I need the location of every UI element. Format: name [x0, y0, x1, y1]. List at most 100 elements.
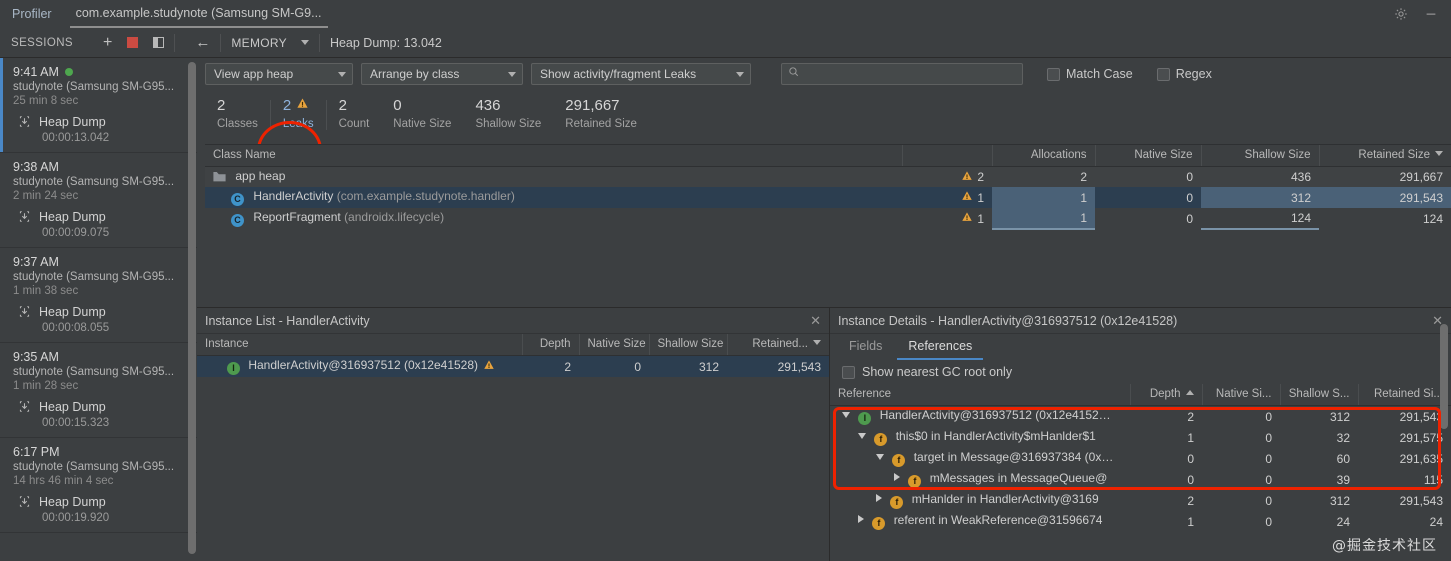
- cell-native-size: 0: [1202, 427, 1280, 448]
- heap-stats-bar: 2 Classes 2 Leaks 2 Count 0 Native Size …: [197, 90, 1451, 179]
- col-retained-size-label: Retained...: [752, 338, 808, 350]
- sessions-scrollbar[interactable]: [188, 62, 196, 554]
- session-device: studynote (Samsung SM-G95...: [13, 461, 175, 473]
- col-shallow-size[interactable]: Shallow Size: [648, 334, 727, 356]
- plus-icon[interactable]: +: [103, 34, 112, 51]
- col-class-name[interactable]: Class Name: [205, 145, 902, 167]
- table-row[interactable]: f this$0 in HandlerActivity$mHanlder$1 1…: [830, 427, 1451, 448]
- tool-window-label: Profiler: [12, 7, 52, 21]
- session-heap-dump[interactable]: Heap Dump: [13, 208, 187, 226]
- cell-reference-text: this$0 in HandlerActivity$mHanlder$1: [895, 429, 1096, 443]
- col-depth[interactable]: Depth: [521, 334, 579, 356]
- col-native-size[interactable]: Native Size: [1094, 145, 1201, 167]
- table-row[interactable]: I HandlerActivity@316937512 (0x12e4152… …: [830, 405, 1451, 427]
- tab-fields[interactable]: Fields: [838, 335, 893, 360]
- col-leaks[interactable]: [901, 145, 992, 167]
- table-row[interactable]: f referent in WeakReference@31596674 1 0…: [830, 511, 1451, 532]
- heap-select[interactable]: View app heap: [205, 63, 353, 85]
- references-grid[interactable]: Reference Depth Native Si... Shallow S..…: [830, 384, 1451, 532]
- leaks-filter-select[interactable]: Show activity/fragment Leaks: [531, 63, 751, 85]
- instance-list-grid[interactable]: Instance Depth Native Size Shallow Size …: [197, 334, 829, 397]
- table-row[interactable]: f mHanlder in HandlerActivity@3169 2 0 3…: [830, 490, 1451, 511]
- toolbar-divider-1: [174, 33, 176, 52]
- stat-leaks[interactable]: 2 Leaks: [271, 96, 326, 130]
- chevron-down-icon[interactable]: [300, 40, 309, 45]
- table-row[interactable]: f target in Message@316937384 (0x… 0 0 6…: [830, 448, 1451, 469]
- col-instance[interactable]: Instance: [197, 334, 522, 356]
- col-native-size[interactable]: Native Si...: [1201, 384, 1280, 406]
- instance-icon: I: [858, 412, 872, 425]
- col-retained-size[interactable]: Retained Si...: [1357, 384, 1451, 406]
- session-item[interactable]: 9:35 AM studynote (Samsung SM-G95... 1 m…: [0, 343, 197, 438]
- col-depth[interactable]: Depth: [1129, 384, 1202, 406]
- search-box[interactable]: [781, 63, 1023, 85]
- col-shallow-size[interactable]: Shallow S...: [1279, 384, 1358, 406]
- session-device: studynote (Samsung SM-G95...: [13, 81, 175, 93]
- table-row[interactable]: C HandlerActivity (com.example.studynote…: [205, 187, 1451, 208]
- minimize-icon[interactable]: [1423, 6, 1439, 22]
- session-item[interactable]: 9:38 AM studynote (Samsung SM-G95... 2 m…: [0, 153, 197, 248]
- class-table-grid: Class Name Allocations Native Size Shall…: [205, 145, 1451, 230]
- split-pane-icon[interactable]: [153, 37, 165, 48]
- stat-label: Retained Size: [565, 118, 637, 130]
- expander-right-icon[interactable]: [876, 494, 882, 502]
- class-icon: C: [231, 214, 244, 227]
- col-allocations[interactable]: Allocations: [991, 145, 1095, 167]
- regex-option[interactable]: Regex: [1156, 67, 1212, 81]
- class-table[interactable]: Class Name Allocations Native Size Shall…: [205, 144, 1451, 309]
- table-row[interactable]: f mMessages in MessageQueue@ 0 0 39 115: [830, 469, 1451, 490]
- empty-cell: [727, 377, 829, 397]
- cell-native-size: 0: [1202, 511, 1280, 532]
- gc-root-option[interactable]: Show nearest GC root only: [830, 361, 1451, 384]
- col-native-size[interactable]: Native Size: [578, 334, 649, 356]
- tab-references[interactable]: References: [897, 335, 984, 360]
- col-reference[interactable]: Reference: [830, 384, 1130, 406]
- session-heap-dump[interactable]: Heap Dump: [13, 398, 187, 416]
- chevron-down-icon: [736, 71, 744, 77]
- expander-right-icon[interactable]: [858, 515, 864, 523]
- session-item[interactable]: 9:37 AM studynote (Samsung SM-G95... 1 m…: [0, 248, 197, 343]
- heap-dump-label: Heap Dump: [39, 305, 106, 319]
- col-retained-size[interactable]: Retained...: [726, 334, 829, 356]
- session-item[interactable]: 9:41 AM studynote (Samsung SM-G95... 25 …: [0, 58, 197, 153]
- stop-square-icon[interactable]: [127, 37, 139, 48]
- table-row[interactable]: I HandlerActivity@316937512 (0x12e41528)…: [197, 355, 829, 377]
- arrange-select-value: Arrange by class: [370, 67, 460, 81]
- expander-down-icon[interactable]: [876, 454, 884, 460]
- sessions-sidebar[interactable]: 9:41 AM studynote (Samsung SM-G95... 25 …: [0, 58, 197, 561]
- match-case-option[interactable]: Match Case: [1047, 67, 1133, 81]
- match-case-checkbox[interactable]: [1047, 67, 1060, 81]
- expander-down-icon[interactable]: [842, 412, 850, 418]
- back-arrow-icon[interactable]: ←: [195, 34, 210, 51]
- cell-native-size: 0: [1202, 448, 1280, 469]
- session-heap-dump[interactable]: Heap Dump: [13, 493, 187, 511]
- heap-dump-timestamp: 00:00:13.042: [42, 132, 110, 144]
- session-device: studynote (Samsung SM-G95...: [13, 366, 175, 378]
- expander-right-icon[interactable]: [894, 473, 900, 481]
- stage-label[interactable]: MEMORY: [231, 36, 287, 50]
- gear-icon[interactable]: [1393, 6, 1409, 22]
- search-input[interactable]: [805, 67, 1016, 81]
- instance-details-header: Instance Details - HandlerActivity@31693…: [830, 308, 1451, 334]
- cell-retained-size: 115: [1358, 469, 1451, 490]
- session-heap-dump[interactable]: Heap Dump: [13, 113, 187, 131]
- session-item[interactable]: 6:17 PM studynote (Samsung SM-G95... 14 …: [0, 438, 197, 533]
- references-scrollbar[interactable]: [1440, 324, 1448, 429]
- arrange-select[interactable]: Arrange by class: [361, 63, 523, 85]
- col-shallow-size[interactable]: Shallow Size: [1200, 145, 1319, 167]
- cell-reference: f this$0 in HandlerActivity$mHanlder$1: [830, 427, 1130, 448]
- expander-down-icon[interactable]: [858, 433, 866, 439]
- session-heap-dump[interactable]: Heap Dump: [13, 303, 187, 321]
- gc-root-checkbox[interactable]: [842, 365, 855, 379]
- cell-native-size: 0: [1095, 166, 1201, 187]
- regex-checkbox[interactable]: [1156, 67, 1170, 81]
- table-row[interactable]: C ReportFragment (androidx.lifecycle) 1: [205, 208, 1451, 230]
- cell-native-size: 0: [1202, 490, 1280, 511]
- stat-classes: 2 Classes: [205, 96, 270, 130]
- process-tab[interactable]: com.example.studynote (Samsung SM-G9...: [69, 0, 328, 28]
- close-icon[interactable]: ✕: [810, 313, 821, 329]
- cell-retained-size: 291,575: [1358, 427, 1451, 448]
- instance-list-empty-row: [197, 377, 829, 397]
- table-row[interactable]: app heap 2 2 0 436 291,667: [205, 166, 1451, 187]
- col-retained-size[interactable]: Retained Size: [1318, 145, 1451, 167]
